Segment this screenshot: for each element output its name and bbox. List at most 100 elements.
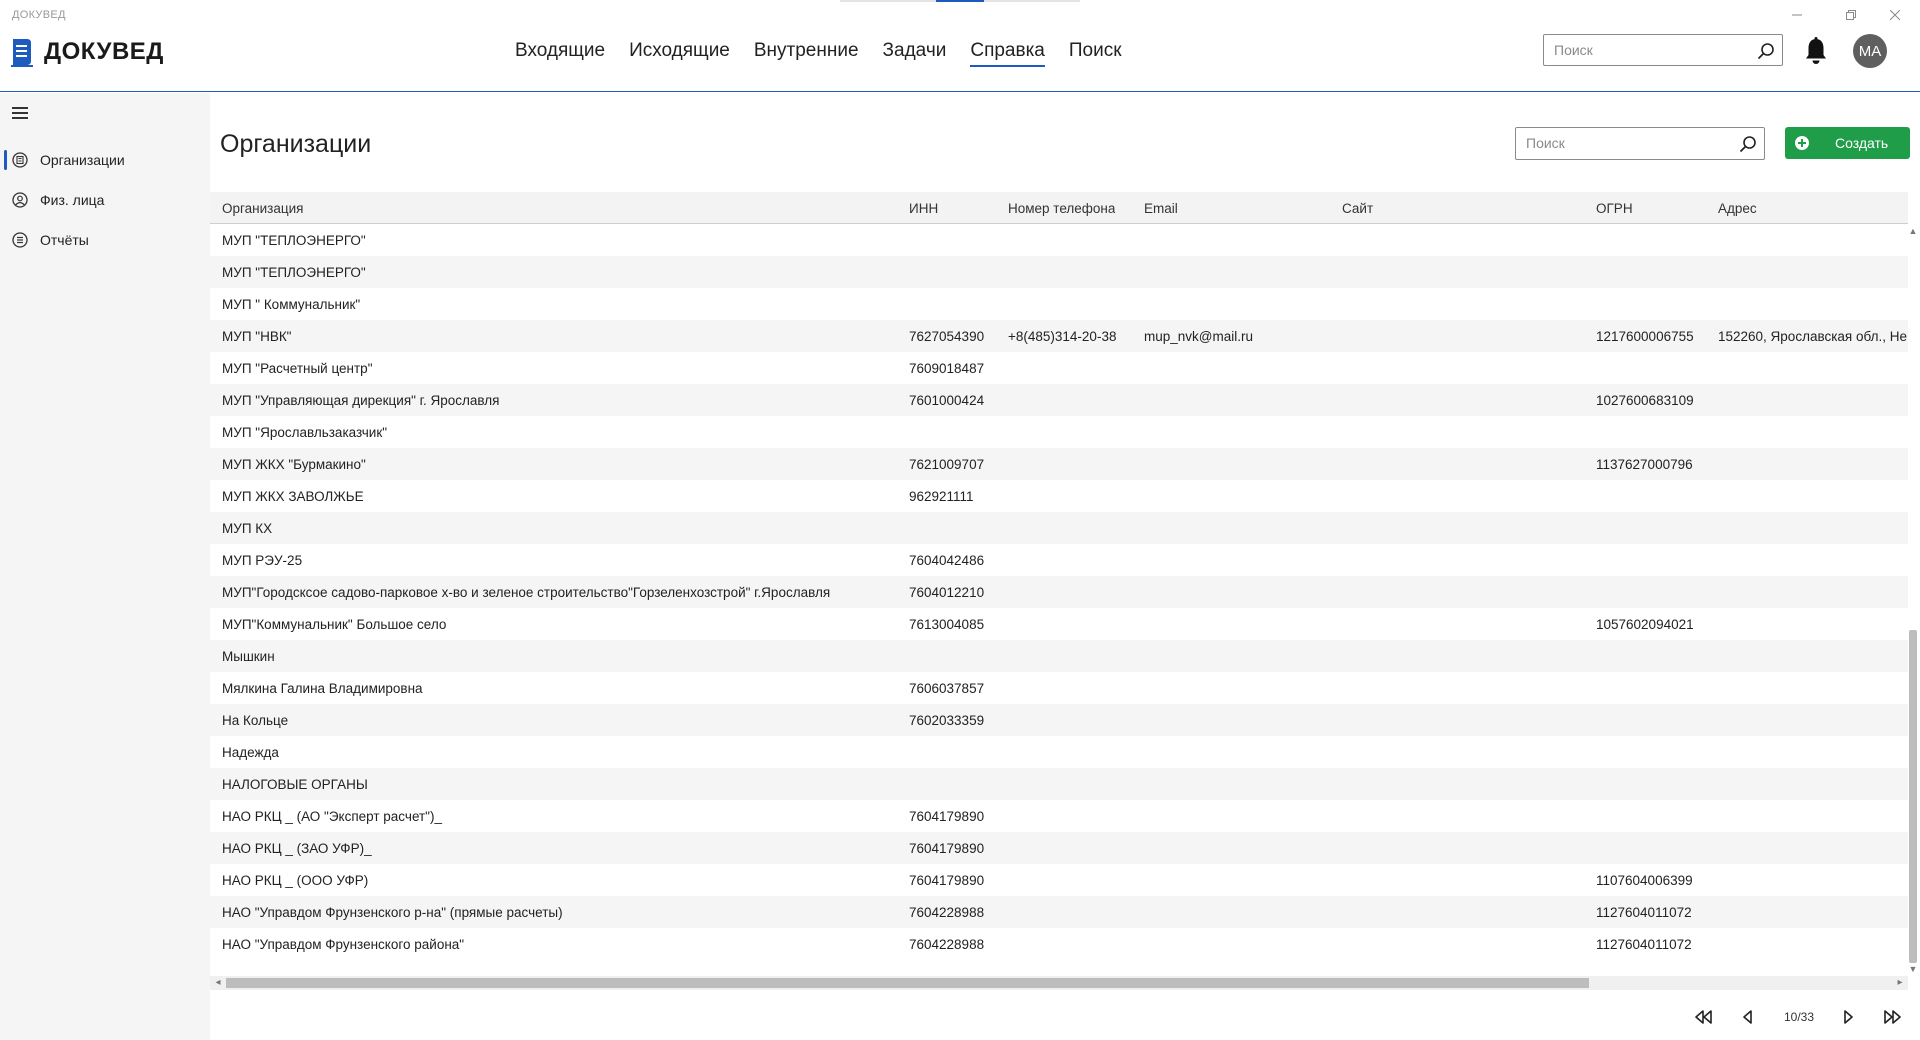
cell-inn: 7613004085: [909, 617, 985, 632]
cell-inn: 7609018487: [909, 361, 985, 376]
cell-inn: 7606037857: [909, 681, 985, 696]
table-row[interactable]: МУП "Управляющая дирекция" г. Ярославля 7…: [210, 384, 1908, 416]
cell-inn: 7604228988: [909, 937, 985, 952]
column-header-ogrn[interactable]: ОГРН: [1596, 201, 1633, 216]
minimize-icon: [1792, 14, 1802, 16]
cell-email: mup_nvk@mail.ru: [1144, 329, 1253, 344]
next-page-icon[interactable]: [1836, 1005, 1860, 1029]
table-row[interactable]: НАО "Управдом Фрунзенского р-на" (прямые…: [210, 896, 1908, 928]
notifications-bell-icon[interactable]: [1800, 35, 1832, 67]
column-header-site[interactable]: Сайт: [1342, 201, 1373, 216]
cell-address: 152260, Ярославская обл., Не: [1718, 329, 1908, 344]
logo-icon: [11, 39, 33, 67]
cell-organization: МУП "НВК": [222, 329, 292, 344]
sidebar: Организации Физ. лица Отчёты: [0, 93, 210, 1040]
header-search-input[interactable]: [1554, 42, 1744, 58]
create-button[interactable]: Создать: [1785, 127, 1910, 159]
search-icon[interactable]: [1738, 134, 1758, 154]
cell-organization: Мялкина Галина Владимировна: [222, 681, 423, 696]
cell-organization: МУП "Управляющая дирекция" г. Ярославля: [222, 393, 500, 408]
sidebar-item-reports[interactable]: Отчёты: [0, 222, 210, 258]
table-row[interactable]: Надежда: [210, 736, 1908, 768]
scroll-right-icon[interactable]: ▸: [1894, 977, 1906, 989]
cell-organization: НАО "Управдом Фрунзенского р-на" (прямые…: [222, 905, 563, 920]
table-row[interactable]: МУП "Расчетный центр" 7609018487: [210, 352, 1908, 384]
horizontal-scroll-thumb[interactable]: [226, 978, 1589, 988]
nav-internal[interactable]: Внутренние: [754, 40, 859, 67]
cell-ogrn: 1057602094021: [1596, 617, 1694, 632]
cell-inn: 7604179890: [909, 841, 985, 856]
column-header-inn[interactable]: ИНН: [909, 201, 938, 216]
table-row[interactable]: На Кольце 7602033359: [210, 704, 1908, 736]
cell-organization: МУП "ТЕПЛОЭНЕРГО": [222, 265, 366, 280]
cell-organization: НАО "Управдом Фрунзенского района": [222, 937, 465, 952]
table-row[interactable]: Мялкина Галина Владимировна 7606037857: [210, 672, 1908, 704]
cell-ogrn: 1217600006755: [1596, 329, 1694, 344]
table-row[interactable]: МУП "Ярославльзаказчик": [210, 416, 1908, 448]
table-row[interactable]: НАО "Управдом Фрунзенского района" 760422…: [210, 928, 1908, 960]
table-row[interactable]: МУП"Городсксое садово-парковое х-во и зе…: [210, 576, 1908, 608]
cell-inn: 7602033359: [909, 713, 985, 728]
vertical-scroll-thumb[interactable]: [1909, 630, 1917, 963]
nav-incoming[interactable]: Входящие: [515, 40, 605, 67]
search-icon[interactable]: [1756, 41, 1776, 61]
table-row[interactable]: МУП ЖКХ "Бурмакино" 7621009707 11376270007…: [210, 448, 1908, 480]
column-header-phone[interactable]: Номер телефона: [1008, 201, 1115, 216]
table-row[interactable]: НАО РКЦ _ (ООО УФР) 7604179890 11076040063…: [210, 864, 1908, 896]
cell-ogrn: 1127604011072: [1596, 937, 1692, 952]
table-row[interactable]: МУП"Коммунальник" Большое село 7613004085…: [210, 608, 1908, 640]
table-row[interactable]: МУП "ТЕПЛОЭНЕРГО": [210, 256, 1908, 288]
first-page-icon[interactable]: [1692, 1005, 1716, 1029]
user-avatar[interactable]: МА: [1853, 34, 1887, 68]
cell-organization: НАО РКЦ _ (ЗАО УФР)_: [222, 841, 372, 856]
table-row[interactable]: НАО РКЦ _ (ЗАО УФР)_ 7604179890: [210, 832, 1908, 864]
menu-toggle-icon[interactable]: [10, 105, 30, 121]
previous-page-icon[interactable]: [1736, 1005, 1760, 1029]
app-logo[interactable]: ДОКУВЕД: [10, 36, 164, 68]
scroll-up-icon[interactable]: ▲: [1908, 226, 1918, 236]
cell-organization: НАЛОГОВЫЕ ОРГАНЫ: [222, 777, 368, 792]
table-header: Организация ИНН Номер телефона Email Сай…: [210, 192, 1908, 224]
close-button[interactable]: [1872, 0, 1918, 30]
cell-organization: Надежда: [222, 745, 279, 760]
minimize-button[interactable]: [1774, 0, 1820, 30]
restore-button[interactable]: [1828, 0, 1874, 30]
cell-organization: МУП "Расчетный центр": [222, 361, 373, 376]
cell-ogrn: 1107604006399: [1596, 873, 1693, 888]
table-row[interactable]: МУП "ТЕПЛОЭНЕРГО": [210, 224, 1908, 256]
cell-organization: НАО РКЦ _ (ООО УФР): [222, 873, 369, 888]
cell-organization: МУП ЖКХ ЗАВОЛЖЬЕ: [222, 489, 364, 504]
loading-indicator-segment: [936, 0, 984, 2]
vertical-scrollbar[interactable]: ▲ ▼: [1906, 224, 1920, 976]
cell-organization: МУП РЭУ-25: [222, 553, 303, 568]
table-row[interactable]: НАО РКЦ _ (АО "Эксперт расчет")_ 76041798…: [210, 800, 1908, 832]
app-header: ДОКУВЕД Входящие Исходящие Внутренние За…: [0, 30, 1920, 92]
restore-icon: [1846, 10, 1856, 20]
table-row[interactable]: НАЛОГОВЫЕ ОРГАНЫ: [210, 768, 1908, 800]
table-row[interactable]: МУП " Коммунальник": [210, 288, 1908, 320]
horizontal-scrollbar[interactable]: ◂ ▸: [210, 976, 1908, 990]
cell-inn: 7604042486: [909, 553, 985, 568]
scroll-down-icon[interactable]: ▼: [1908, 964, 1918, 974]
table-row[interactable]: МУП РЭУ-25 7604042486: [210, 544, 1908, 576]
sidebar-item-label: Физ. лица: [40, 192, 105, 208]
sidebar-item-organizations[interactable]: Организации: [0, 142, 210, 178]
sidebar-item-label: Отчёты: [40, 232, 89, 248]
column-header-address[interactable]: Адрес: [1718, 201, 1757, 216]
nav-reference[interactable]: Справка: [970, 40, 1045, 67]
table-row[interactable]: МУП ЖКХ ЗАВОЛЖЬЕ 962921111: [210, 480, 1908, 512]
nav-search[interactable]: Поиск: [1069, 40, 1122, 67]
table-row[interactable]: МУП КХ: [210, 512, 1908, 544]
last-page-icon[interactable]: [1880, 1005, 1904, 1029]
nav-outgoing[interactable]: Исходящие: [629, 40, 730, 67]
create-button-label: Создать: [1835, 135, 1889, 151]
cell-organization: На Кольце: [222, 713, 289, 728]
table-row[interactable]: МУП "НВК" 7627054390 +8(485)314-20-38 mup_n…: [210, 320, 1908, 352]
page-search-input[interactable]: [1526, 135, 1716, 151]
scroll-left-icon[interactable]: ◂: [212, 977, 224, 989]
column-header-organization[interactable]: Организация: [222, 201, 303, 216]
table-row[interactable]: Мышкин: [210, 640, 1908, 672]
nav-tasks[interactable]: Задачи: [883, 40, 947, 67]
column-header-email[interactable]: Email: [1144, 201, 1178, 216]
sidebar-item-persons[interactable]: Физ. лица: [0, 182, 210, 218]
